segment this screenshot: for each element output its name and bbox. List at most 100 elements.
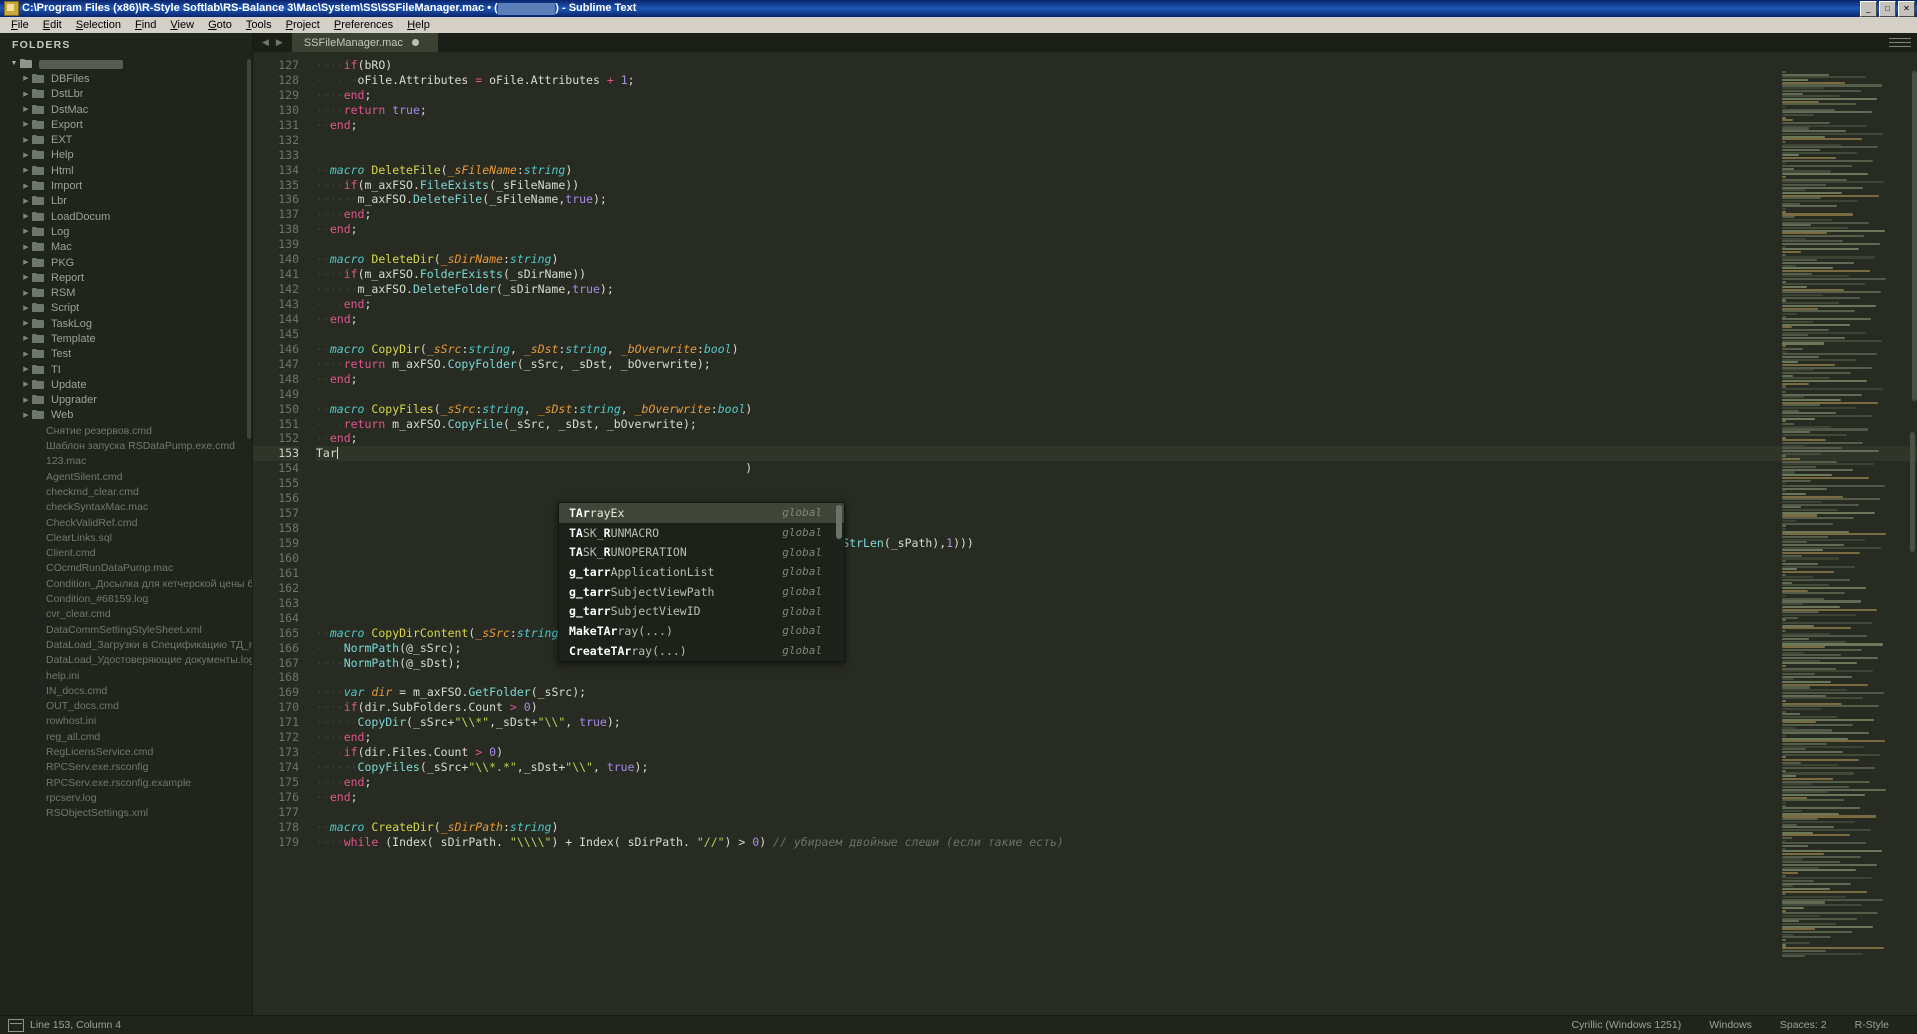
tree-folder-template[interactable]: ▶Template — [0, 331, 252, 346]
code-line-141[interactable]: ····if(m_axFSO.FolderExists(_sDirName)) — [316, 267, 1917, 282]
tab-modified-indicator-icon[interactable] — [412, 39, 419, 46]
hamburger-menu-icon[interactable] — [1883, 33, 1917, 52]
tree-folder-tasklog[interactable]: ▶TaskLog — [0, 316, 252, 331]
chevron-right-icon[interactable]: ▶ — [20, 152, 32, 159]
code-line-131[interactable]: ··end; — [316, 118, 1917, 133]
autocomplete-item-6[interactable]: MakeTArray(...)global — [559, 621, 844, 641]
code-content[interactable]: ····if(bRO)······oFile.Attributes = oFil… — [308, 52, 1917, 1016]
code-line-135[interactable]: ····if(m_axFSO.FileExists(_sFileName)) — [316, 178, 1917, 193]
sidebar-toggle-icon[interactable] — [8, 1019, 24, 1032]
tree-file-item[interactable]: ClearLinks.sql — [0, 530, 252, 545]
code-line-152[interactable]: ··end; — [316, 431, 1917, 446]
tree-folder-update[interactable]: ▶Update — [0, 377, 252, 392]
tree-folder-rsm[interactable]: ▶RSM — [0, 285, 252, 300]
code-line-172[interactable]: ····end; — [316, 730, 1917, 745]
chevron-right-icon[interactable]: ▶ — [20, 320, 32, 327]
code-line-130[interactable]: ····return true; — [316, 103, 1917, 118]
tree-file-item[interactable]: Condition_#68159.log — [0, 591, 252, 606]
code-line-168[interactable] — [316, 670, 1917, 685]
autocomplete-item-3[interactable]: g_tarrApplicationListglobal — [559, 562, 844, 582]
code-line-161[interactable] — [316, 566, 1917, 581]
code-line-173[interactable]: ····if(dir.Files.Count > 0) — [316, 745, 1917, 760]
chevron-right-icon[interactable]: ▶ — [20, 183, 32, 190]
tree-file-item[interactable]: reg_all.cmd — [0, 729, 252, 744]
chevron-right-icon[interactable]: ▶ — [20, 91, 32, 98]
code-line-157[interactable] — [316, 506, 1917, 521]
menu-item-goto[interactable]: Goto — [201, 18, 239, 32]
code-line-150[interactable]: ··macro CopyFiles(_sSrc:string, _sDst:st… — [316, 402, 1917, 417]
code-line-159[interactable]: sPath),1)or("/" == SubStr(_sPath, StrLen… — [316, 536, 1917, 551]
code-line-151[interactable]: ····return m_axFSO.CopyFile(_sSrc, _sDst… — [316, 417, 1917, 432]
tree-folder-upgrader[interactable]: ▶Upgrader — [0, 393, 252, 408]
tree-folder-log[interactable]: ▶Log — [0, 224, 252, 239]
chevron-right-icon[interactable]: ▶ — [20, 412, 32, 419]
autocomplete-item-4[interactable]: g_tarrSubjectViewPathglobal — [559, 582, 844, 602]
tree-folder-loaddocum[interactable]: ▶LoadDocum — [0, 209, 252, 224]
tree-file-item[interactable]: rowhost.ini — [0, 714, 252, 729]
code-line-160[interactable]: Path) - 1); — [316, 551, 1917, 566]
code-line-165[interactable]: ··macro CopyDirContent(_sSrc:string, _sD… — [316, 626, 1917, 641]
chevron-right-icon[interactable]: ▶ — [20, 198, 32, 205]
tree-file-item[interactable]: 123.mac — [0, 454, 252, 469]
tree-file-item[interactable]: DataCommSettingStyleSheet.xml — [0, 622, 252, 637]
tree-root-folder[interactable]: ▼ — [0, 56, 252, 71]
close-button[interactable]: ✕ — [1898, 1, 1915, 17]
code-line-144[interactable]: ··end; — [316, 312, 1917, 327]
editor-vertical-scrollbar[interactable] — [1910, 432, 1915, 552]
minimize-button[interactable]: _ — [1860, 1, 1877, 17]
menu-item-preferences[interactable]: Preferences — [327, 18, 400, 32]
minimap-viewport-indicator[interactable] — [1912, 71, 1917, 401]
code-line-176[interactable]: ··end; — [316, 790, 1917, 805]
chevron-right-icon[interactable]: ▶ — [20, 381, 32, 388]
code-line-166[interactable]: ····NormPath(@_sSrc); — [316, 641, 1917, 656]
code-line-154[interactable]: ) — [316, 461, 1917, 476]
code-line-139[interactable] — [316, 237, 1917, 252]
autocomplete-item-7[interactable]: CreateTArray(...)global — [559, 641, 844, 661]
tree-folder-ext[interactable]: ▶EXT — [0, 132, 252, 147]
code-line-169[interactable]: ····var dir = m_axFSO.GetFolder(_sSrc); — [316, 685, 1917, 700]
chevron-right-icon[interactable]: ▶ — [20, 335, 32, 342]
chevron-right-icon[interactable]: ▶ — [20, 121, 32, 128]
code-line-162[interactable] — [316, 581, 1917, 596]
autocomplete-item-1[interactable]: TASK_RUNMACROglobal — [559, 523, 844, 543]
tree-file-item[interactable]: RSObjectSettings.xml — [0, 806, 252, 821]
menu-item-edit[interactable]: Edit — [36, 18, 69, 32]
tree-file-item[interactable]: CheckValidRef.cmd — [0, 515, 252, 530]
autocomplete-item-2[interactable]: TASK_RUNOPERATIONglobal — [559, 542, 844, 562]
tree-file-item[interactable]: RegLicensService.cmd — [0, 744, 252, 759]
code-line-175[interactable]: ····end; — [316, 775, 1917, 790]
tree-file-item[interactable]: checkSyntaxMac.mac — [0, 500, 252, 515]
tree-file-item[interactable]: IN_docs.cmd — [0, 683, 252, 698]
code-line-147[interactable]: ····return m_axFSO.CopyFolder(_sSrc, _sD… — [316, 357, 1917, 372]
chevron-right-icon[interactable]: ▶ — [20, 213, 32, 220]
tree-folder-dstmac[interactable]: ▶DstMac — [0, 102, 252, 117]
menu-item-selection[interactable]: Selection — [69, 18, 128, 32]
tree-file-item[interactable]: checkmd_clear.cmd — [0, 484, 252, 499]
code-line-140[interactable]: ··macro DeleteDir(_sDirName:string) — [316, 252, 1917, 267]
chevron-right-icon[interactable]: ▶ — [20, 137, 32, 144]
tree-file-item[interactable]: OUT_docs.cmd — [0, 698, 252, 713]
code-line-149[interactable] — [316, 387, 1917, 402]
tree-folder-import[interactable]: ▶Import — [0, 178, 252, 193]
menu-item-file[interactable]: File — [4, 18, 36, 32]
code-line-170[interactable]: ····if(dir.SubFolders.Count > 0) — [316, 700, 1917, 715]
tree-folder-html[interactable]: ▶Html — [0, 163, 252, 178]
chevron-right-icon[interactable]: ▶ — [20, 244, 32, 251]
code-line-136[interactable]: ······m_axFSO.DeleteFile(_sFileName,true… — [316, 192, 1917, 207]
code-line-177[interactable] — [316, 805, 1917, 820]
maximize-button[interactable]: □ — [1879, 1, 1896, 17]
tab-ssfilemanager-mac[interactable]: SSFileManager.mac — [292, 33, 438, 52]
autocomplete-item-0[interactable]: TArrayExglobal — [559, 503, 844, 523]
tree-file-item[interactable]: rpcserv.log — [0, 790, 252, 805]
chevron-right-icon[interactable]: ▶ — [20, 75, 32, 82]
code-line-167[interactable]: ····NormPath(@_sDst); — [316, 656, 1917, 671]
tree-file-item[interactable]: help.ini — [0, 668, 252, 683]
menu-item-find[interactable]: Find — [128, 18, 163, 32]
code-line-143[interactable]: ····end; — [316, 297, 1917, 312]
code-line-145[interactable] — [316, 327, 1917, 342]
menu-item-tools[interactable]: Tools — [239, 18, 279, 32]
chevron-right-icon[interactable]: ▶ — [20, 259, 32, 266]
tab-prev-icon[interactable]: ◀ — [262, 37, 269, 48]
code-line-137[interactable]: ····end; — [316, 207, 1917, 222]
tree-folder-mac[interactable]: ▶Mac — [0, 240, 252, 255]
